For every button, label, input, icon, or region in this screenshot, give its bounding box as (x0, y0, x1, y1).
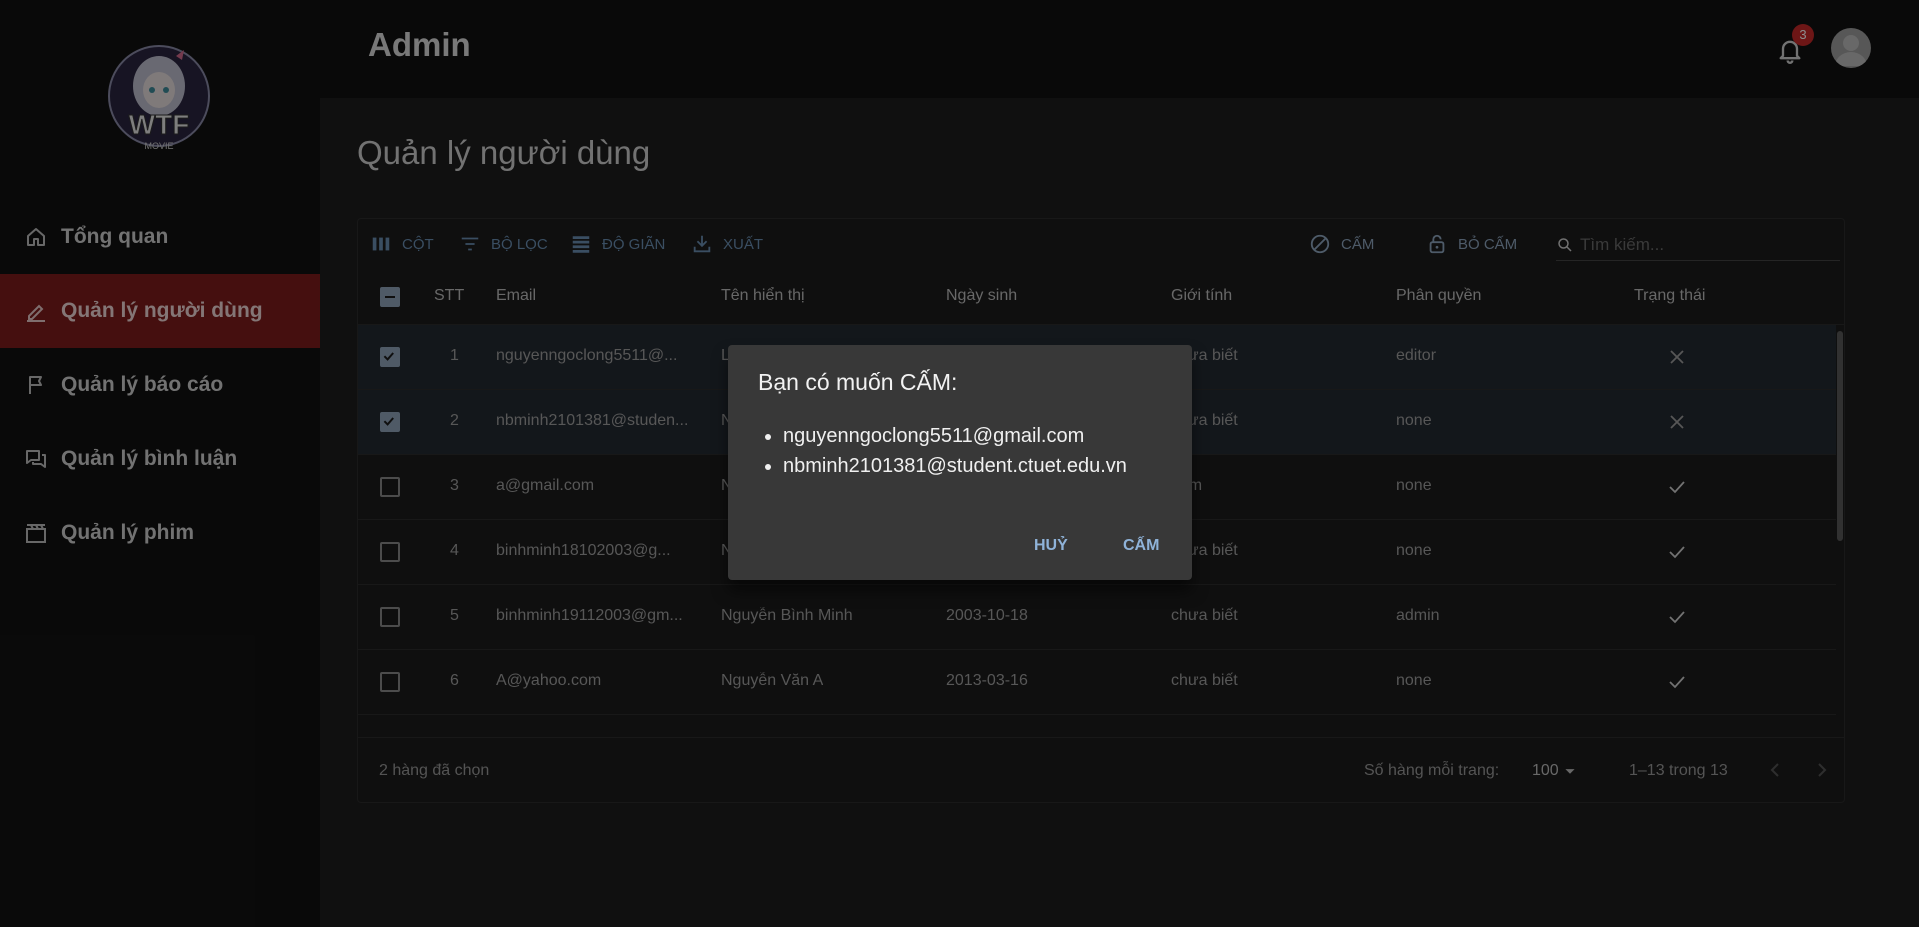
confirm-ban-button[interactable]: CẤM (1123, 537, 1159, 555)
cancel-button[interactable]: HUỶ (1034, 537, 1068, 555)
dialog-email-list: nguyenngoclong5511@gmail.com nbminh21013… (783, 421, 1127, 481)
dialog-title: Bạn có muốn CẤM: (758, 369, 958, 395)
list-item: nguyenngoclong5511@gmail.com (783, 421, 1127, 451)
list-item: nbminh2101381@student.ctuet.edu.vn (783, 451, 1127, 481)
ban-confirm-dialog: Bạn có muốn CẤM: nguyenngoclong5511@gmai… (728, 345, 1192, 580)
